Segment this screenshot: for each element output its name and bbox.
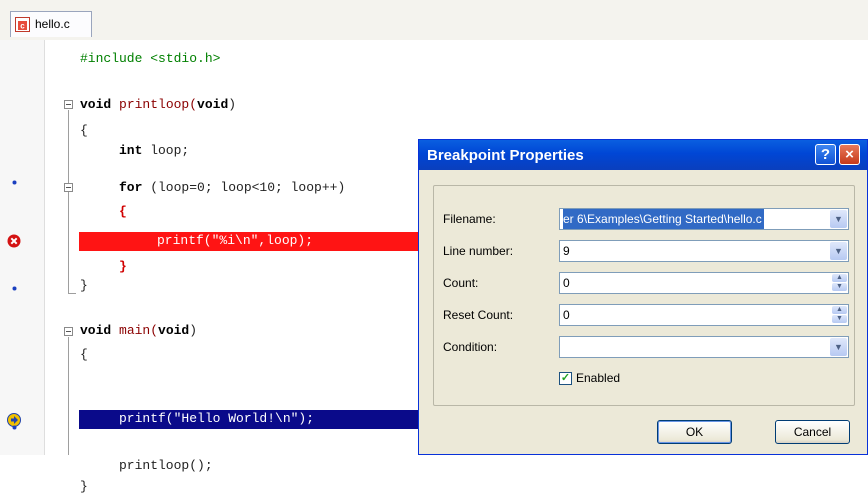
breakpoint-slot-dot-icon[interactable] xyxy=(12,286,17,291)
chevron-down-icon[interactable]: ▼ xyxy=(830,242,847,260)
keyword: void xyxy=(158,323,190,338)
c-source-file-icon: c xyxy=(15,17,30,32)
collapse-main-icon[interactable] xyxy=(64,327,73,336)
breakpoint-slot-dot-icon[interactable] xyxy=(12,425,17,430)
condition-combobox[interactable]: ▼ xyxy=(559,336,849,358)
code-text: { xyxy=(80,123,88,138)
code-line: int loop; xyxy=(119,141,189,161)
code-line: void printloop(void) xyxy=(80,95,236,115)
enabled-checkbox[interactable]: ✓ xyxy=(559,372,572,385)
code-text: loop; xyxy=(142,143,190,158)
help-button[interactable]: ? xyxy=(815,144,836,165)
fold-line xyxy=(68,337,69,455)
cancel-button[interactable]: Cancel xyxy=(775,420,850,444)
dialog-title: Breakpoint Properties xyxy=(427,147,584,164)
fold-line-end xyxy=(68,293,76,294)
code-line: } xyxy=(80,276,88,296)
count-label: Count: xyxy=(443,276,479,290)
code-line: { xyxy=(80,121,88,141)
stepper-up-icon[interactable]: ▲ xyxy=(832,306,847,314)
condition-label: Condition: xyxy=(443,340,498,354)
code-line: { xyxy=(119,202,127,222)
svg-text:c: c xyxy=(20,22,25,31)
chevron-down-icon[interactable]: ▼ xyxy=(830,210,847,228)
reset-count-spinbox[interactable]: 0 ▲ ▼ xyxy=(559,304,849,326)
code-text: } xyxy=(80,479,88,494)
keyword: void xyxy=(80,97,112,112)
code-text: printloop(); xyxy=(119,458,213,473)
code-line: for (loop=0; loop<10; loop++) xyxy=(119,178,345,198)
code-line: #include <stdio.h> xyxy=(80,49,220,69)
tab-hello-c[interactable]: c hello.c xyxy=(10,11,92,37)
count-stepper[interactable]: ▲ ▼ xyxy=(832,274,847,292)
reset-count-label: Reset Count: xyxy=(443,308,514,322)
collapse-printloop-icon[interactable] xyxy=(64,100,73,109)
editor-tab-bar: c hello.c xyxy=(0,0,868,40)
code-line: { xyxy=(80,345,88,365)
dialog-title-bar[interactable]: Breakpoint Properties ? × xyxy=(419,140,867,170)
code-text: } xyxy=(80,278,88,293)
enabled-label[interactable]: Enabled xyxy=(576,371,620,385)
filename-label: Filename: xyxy=(443,212,496,226)
reset-count-stepper[interactable]: ▲ ▼ xyxy=(832,306,847,324)
code-text: main( xyxy=(111,323,159,338)
chevron-down-icon[interactable]: ▼ xyxy=(830,338,847,356)
stepper-down-icon[interactable]: ▼ xyxy=(832,283,847,291)
tab-label: hello.c xyxy=(35,17,70,31)
keyword: void xyxy=(80,323,112,338)
keyword: int xyxy=(119,143,143,158)
code-text: ) xyxy=(189,323,198,338)
ok-button[interactable]: OK xyxy=(657,420,732,444)
code-line-current: printf("Hello World!\n"); xyxy=(119,409,314,429)
stepper-up-icon[interactable]: ▲ xyxy=(832,274,847,282)
breakpoint-icon[interactable] xyxy=(7,234,21,248)
count-spinbox[interactable]: 0 ▲ ▼ xyxy=(559,272,849,294)
code-line: printloop(); xyxy=(119,456,213,476)
code-text: printloop( xyxy=(111,97,198,112)
keyword: for xyxy=(119,180,143,195)
line-number-label: Line number: xyxy=(443,244,514,258)
code-text: } xyxy=(119,259,127,274)
filename-value: er 6\Examples\Getting Started\hello.c xyxy=(563,209,764,229)
reset-count-value: 0 xyxy=(563,308,570,322)
keyword: void xyxy=(197,97,229,112)
code-text: printf("Hello World!\n"); xyxy=(119,411,315,426)
code-line: } xyxy=(80,477,88,497)
code-line: void main(void) xyxy=(80,321,197,341)
code-text: { xyxy=(119,204,127,219)
code-text: ) xyxy=(228,97,237,112)
close-button[interactable]: × xyxy=(839,144,860,165)
code-text: (loop=0; loop<10; loop++) xyxy=(142,180,346,195)
count-value: 0 xyxy=(563,276,570,290)
include-directive: #include <stdio.h> xyxy=(80,51,221,66)
line-number-value: 9 xyxy=(563,244,570,258)
code-line: } xyxy=(119,257,127,277)
collapse-for-icon[interactable] xyxy=(64,183,73,192)
fold-line xyxy=(68,110,69,294)
code-text: printf("%i\n",loop); xyxy=(157,233,314,248)
filename-combobox[interactable]: er 6\Examples\Getting Started\hello.c ▼ xyxy=(559,208,849,230)
line-number-combobox[interactable]: 9 ▼ xyxy=(559,240,849,262)
stepper-down-icon[interactable]: ▼ xyxy=(832,315,847,323)
breakpoint-properties-dialog: Breakpoint Properties ? × Filename: er 6… xyxy=(418,139,868,455)
code-line-breakpoint: printf("%i\n",loop); xyxy=(157,231,313,251)
code-text: { xyxy=(80,347,88,362)
breakpoint-slot-dot-icon[interactable] xyxy=(12,180,17,185)
